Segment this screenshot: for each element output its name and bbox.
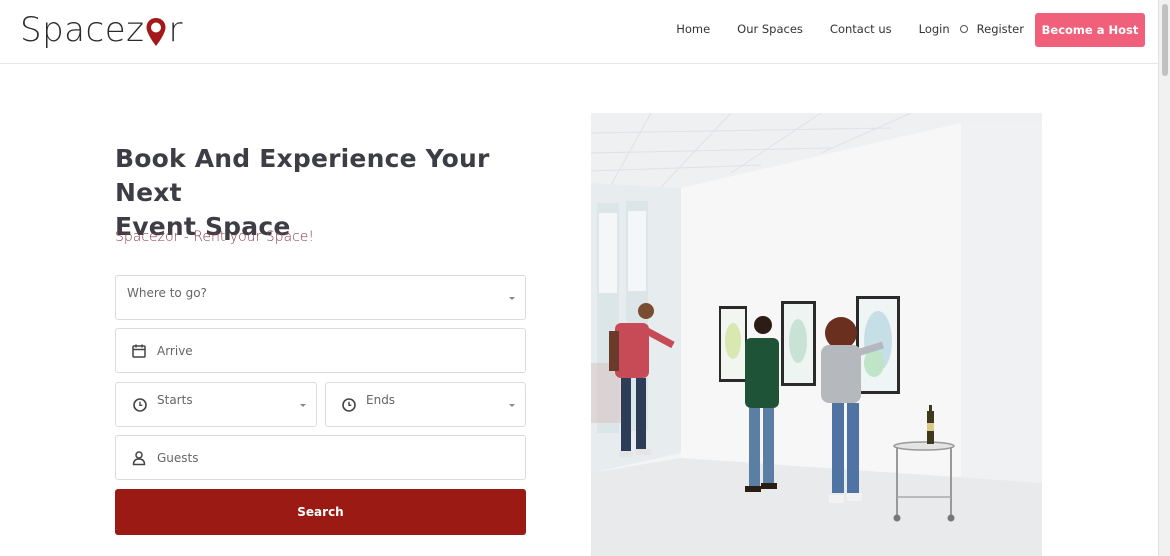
where-select[interactable]: Where to go? xyxy=(115,275,526,320)
map-pin-icon xyxy=(145,16,167,46)
logo-text-start: Spacez xyxy=(20,10,145,50)
starts-time-select[interactable]: Starts xyxy=(115,382,317,427)
become-host-button[interactable]: Become a Host xyxy=(1035,13,1145,47)
site-logo[interactable]: Spacez r xyxy=(20,10,183,50)
search-button[interactable]: Search xyxy=(115,489,526,535)
hero-subtitle: Spacezor - Rent your Space! xyxy=(115,229,315,245)
page-scrollbar[interactable] xyxy=(1158,0,1170,556)
separator-circle-icon xyxy=(959,25,968,33)
ends-placeholder: Ends xyxy=(366,393,396,407)
scrollbar-thumb[interactable] xyxy=(1162,4,1168,76)
guests-input[interactable]: Guests xyxy=(115,435,526,480)
nav-register[interactable]: Register xyxy=(977,22,1024,36)
guests-placeholder: Guests xyxy=(157,451,199,465)
arrive-date-input[interactable]: Arrive xyxy=(115,328,526,373)
clock-icon xyxy=(132,397,148,413)
calendar-icon xyxy=(131,343,147,359)
arrive-placeholder: Arrive xyxy=(157,344,193,358)
main-nav: Home Our Spaces Contact us Login Registe… xyxy=(649,22,1024,36)
where-placeholder: Where to go? xyxy=(127,286,207,300)
nav-our-spaces[interactable]: Our Spaces xyxy=(737,22,803,36)
logo-text-end: r xyxy=(168,10,183,50)
chevron-down-icon xyxy=(509,404,515,407)
hero-gallery-image xyxy=(591,113,1042,556)
chevron-down-icon xyxy=(509,297,515,300)
hero-title-line1: Book And Experience Your Next xyxy=(115,144,490,207)
starts-placeholder: Starts xyxy=(157,393,193,407)
nav-login[interactable]: Login xyxy=(919,22,950,36)
ends-time-select[interactable]: Ends xyxy=(325,382,526,427)
nav-home[interactable]: Home xyxy=(676,22,710,36)
clock-icon xyxy=(341,397,357,413)
chevron-down-icon xyxy=(300,404,306,407)
nav-contact-us[interactable]: Contact us xyxy=(830,22,892,36)
site-header: Spacez r Home Our Spaces Contact us Logi… xyxy=(0,0,1158,64)
user-icon xyxy=(131,450,147,466)
